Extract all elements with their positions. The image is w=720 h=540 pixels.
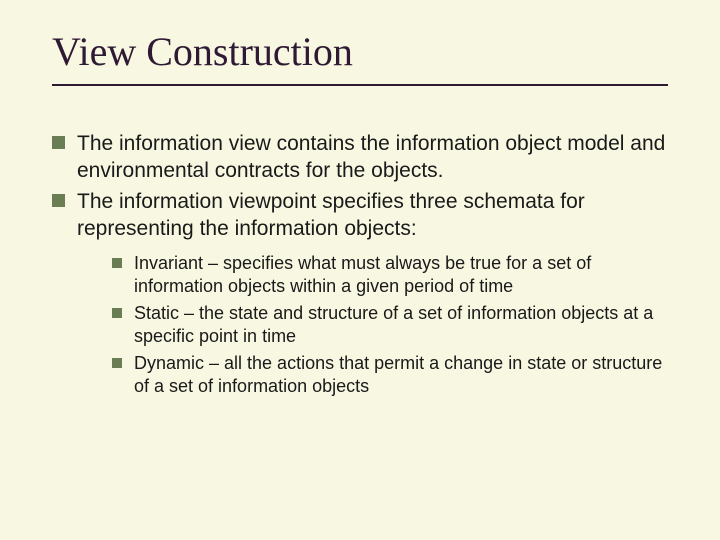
slide: View Construction The information view c…: [0, 0, 720, 540]
square-bullet-icon: [112, 358, 122, 368]
list-item: The information view contains the inform…: [52, 130, 668, 184]
square-bullet-icon: [112, 308, 122, 318]
title-underline: [52, 84, 668, 86]
slide-body: The information view contains the inform…: [52, 130, 668, 402]
list-item-text: Invariant – specifies what must always b…: [134, 252, 668, 298]
list-item: Invariant – specifies what must always b…: [112, 252, 668, 298]
list-item-text: Dynamic – all the actions that permit a …: [134, 352, 668, 398]
square-bullet-icon: [52, 194, 65, 207]
sub-list: Invariant – specifies what must always b…: [112, 252, 668, 398]
slide-title: View Construction: [52, 28, 353, 75]
square-bullet-icon: [52, 136, 65, 149]
square-bullet-icon: [112, 258, 122, 268]
list-item-text: Static – the state and structure of a se…: [134, 302, 668, 348]
list-item: Static – the state and structure of a se…: [112, 302, 668, 348]
list-item: The information viewpoint specifies thre…: [52, 188, 668, 242]
list-item-text: The information view contains the inform…: [77, 130, 668, 184]
list-item: Dynamic – all the actions that permit a …: [112, 352, 668, 398]
list-item-text: The information viewpoint specifies thre…: [77, 188, 668, 242]
